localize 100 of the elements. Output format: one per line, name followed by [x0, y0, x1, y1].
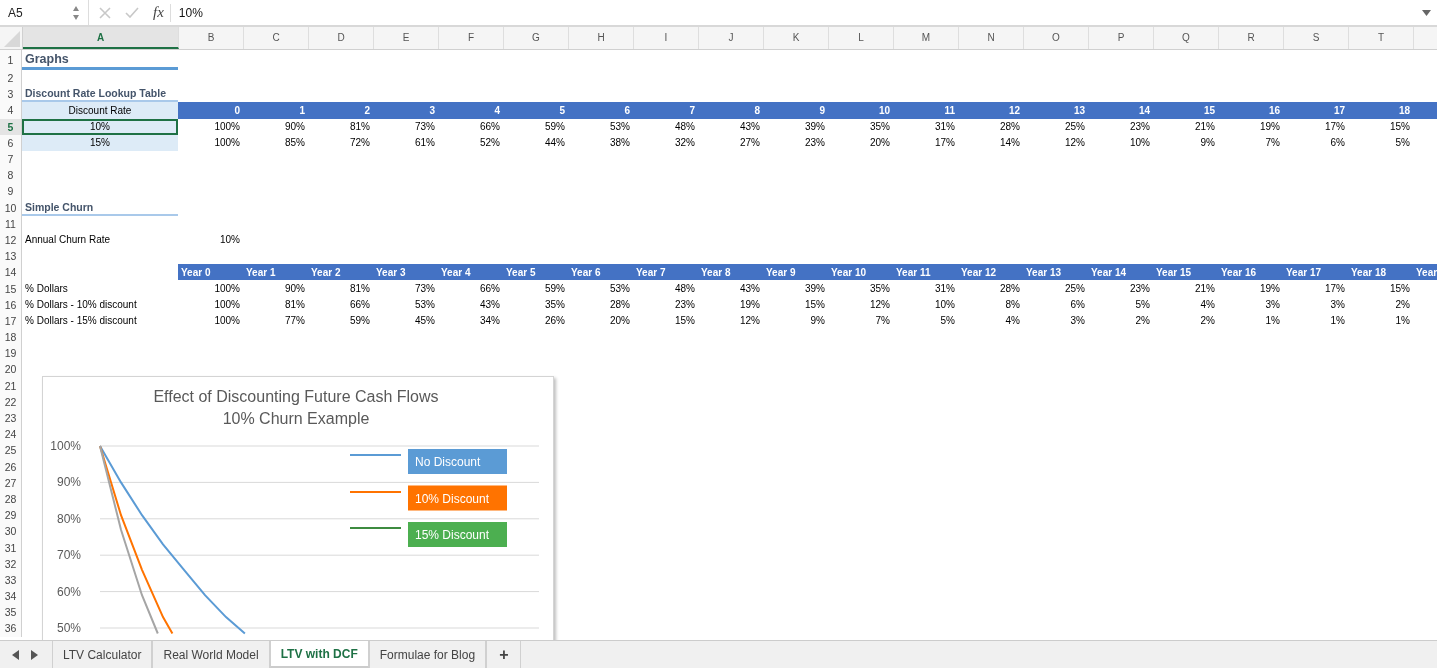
function-button[interactable]: fx [153, 4, 164, 21]
column-header[interactable]: H [569, 27, 634, 49]
row-number[interactable]: 3 [0, 86, 22, 103]
previous-sheet-icon[interactable] [12, 649, 19, 660]
column-header[interactable]: Q [1154, 27, 1219, 49]
sheet-tab[interactable]: Real World Model [152, 641, 270, 668]
row-number[interactable]: 36 [0, 620, 22, 637]
axis-label: 80% [56, 511, 81, 526]
sheet-cell-text: 31% [934, 120, 956, 135]
sheet-cell-text: 5% [1394, 136, 1411, 151]
row-number[interactable]: 29 [0, 507, 22, 524]
row-number[interactable]: 1 [0, 50, 22, 70]
row-number[interactable]: 18 [0, 329, 22, 346]
add-sheet-button[interactable]: + [486, 641, 522, 668]
sheet-cell-text: 6% [1069, 298, 1086, 313]
sheet-cell-text: 26% [544, 314, 566, 329]
legend-label: 10% Discount [415, 491, 490, 506]
sheet-tab[interactable]: Formulae for Blog [368, 641, 487, 668]
column-header[interactable]: J [699, 27, 764, 49]
sheet-cell-text: 6% [1329, 136, 1346, 151]
column-header[interactable]: P [1089, 27, 1154, 49]
sheet-cell-text: 43% [739, 282, 761, 297]
sheet-cell-text: 23% [1129, 120, 1151, 135]
row-number[interactable]: 25 [0, 442, 22, 459]
column-header[interactable]: G [504, 27, 569, 49]
column-header[interactable]: N [959, 27, 1024, 49]
sheet-cell-text: 15% [1389, 120, 1411, 135]
column-header[interactable]: D [309, 27, 374, 49]
sheet-cell-text: 48% [674, 282, 696, 297]
header-cell: 13 [1023, 102, 1088, 119]
header-cell: 16 [1218, 102, 1283, 119]
name-box[interactable]: A5 [0, 5, 68, 20]
sheet-cell-text: 5% [1134, 298, 1151, 313]
header-cell [1413, 102, 1437, 119]
line-chart[interactable]: Effect of Discounting Future Cash Flows 10% Churn Example 100% 90% 80% 70% 60% 50% No Discount 10% Discount 15% Discount [42, 376, 554, 640]
row-number[interactable]: 2 [0, 70, 22, 87]
caret-icon[interactable] [1422, 9, 1431, 16]
sheet-cell-text: 100% [213, 120, 241, 135]
sheet-cell-text: 39% [804, 282, 826, 297]
sheet-cell: Discount Rate [22, 102, 178, 119]
sheet-cell-text: % Dollars - 10% discount [24, 298, 138, 313]
row-number[interactable]: 15 [0, 280, 22, 297]
row-number[interactable]: 20 [0, 361, 22, 378]
sheet-cell-text: 15% [674, 314, 696, 329]
column-header[interactable]: F [439, 27, 504, 49]
header-cell: Year 0 [178, 264, 243, 281]
column-header[interactable]: M [894, 27, 959, 49]
sheet-cell-text: 7% [874, 314, 891, 329]
row-number[interactable]: 30 [0, 523, 22, 540]
sheet-cell-text: 3% [1264, 298, 1281, 313]
row-number[interactable]: 24 [0, 426, 22, 443]
sheet-cell-text: 35% [869, 120, 891, 135]
row-number[interactable]: 35 [0, 604, 22, 621]
header-cell: Year 7 [633, 264, 698, 281]
row-number[interactable]: 8 [0, 167, 22, 184]
sheet-cell-text: 17% [1324, 282, 1346, 297]
sheet-cell-text: 35% [869, 282, 891, 297]
header-cell: Year 14 [1088, 264, 1153, 281]
column-header[interactable]: E [374, 27, 439, 49]
header-cell: 10 [828, 102, 893, 119]
sheet-cell-text: 43% [479, 298, 501, 313]
column-header[interactable]: R [1219, 27, 1284, 49]
sheet-cell-text: 100% [213, 282, 241, 297]
sheet-tab[interactable]: LTV Calculator [52, 641, 153, 668]
sheet-cell-text: 59% [544, 282, 566, 297]
sheet-cell-text: Annual Churn Rate [24, 233, 112, 248]
sheet-cell-text: 34% [479, 314, 501, 329]
column-header[interactable]: O [1024, 27, 1089, 49]
header-cell: 5 [503, 102, 568, 119]
sheet-cell-text: 28% [999, 282, 1021, 297]
row-number[interactable]: 34 [0, 588, 22, 605]
row-number[interactable]: 14 [0, 264, 22, 281]
column-header[interactable]: B [179, 27, 244, 49]
column-header[interactable]: K [764, 27, 829, 49]
row-number[interactable]: 4 [0, 102, 22, 119]
row-number[interactable]: 9 [0, 183, 22, 200]
header-cell: Year 2 [308, 264, 373, 281]
sheet-tab[interactable]: LTV with DCF [269, 641, 369, 668]
row-number[interactable]: 13 [0, 248, 22, 265]
column-header[interactable]: T [1349, 27, 1414, 49]
column-header[interactable]: C [244, 27, 309, 49]
header-cell: Year 8 [698, 264, 763, 281]
sheet-cell-text: 21% [1194, 282, 1216, 297]
next-sheet-icon[interactable] [31, 649, 38, 660]
row-number[interactable]: 31 [0, 539, 22, 556]
formula-field[interactable]: 10% [178, 5, 1422, 20]
sheet-cell-text: 12% [1064, 136, 1086, 151]
column-header[interactable]: L [829, 27, 894, 49]
column-header[interactable]: A [23, 27, 179, 49]
check-icon[interactable] [125, 7, 139, 18]
column-header[interactable]: S [1284, 27, 1349, 49]
sheet-cell-text: 19% [739, 298, 761, 313]
sheet-cell-text: 1% [1329, 314, 1346, 329]
column-header[interactable]: I [634, 27, 699, 49]
sheet-cell-text: 28% [609, 298, 631, 313]
sheet-cell-text: 12% [739, 314, 761, 329]
row-number[interactable]: 19 [0, 345, 22, 362]
sheet-cell-text: 17% [934, 136, 956, 151]
sheet-cell-text: 8% [1004, 298, 1021, 313]
sheet-cell-text: 25% [1064, 282, 1086, 297]
